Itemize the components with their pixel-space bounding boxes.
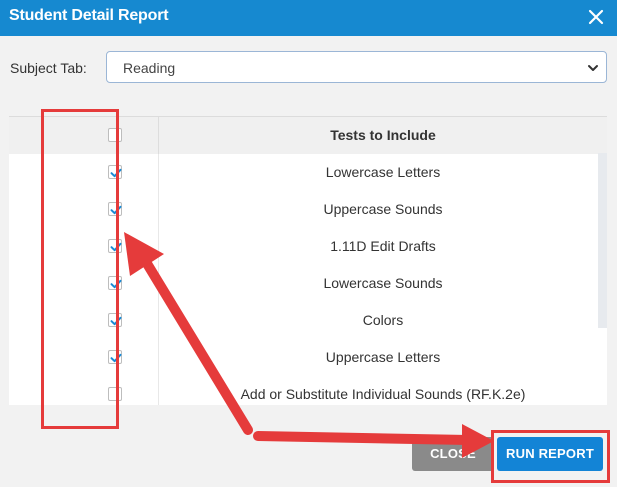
test-name: Colors (362, 312, 404, 328)
check-icon (110, 205, 122, 215)
table-row: Uppercase Sounds (9, 191, 599, 229)
table-header: Tests to Include (9, 117, 607, 155)
run-report-button[interactable]: RUN REPORT (497, 437, 603, 471)
table-row: Add or Substitute Individual Sounds (RF.… (9, 376, 599, 405)
dialog-title: Student Detail Report (9, 7, 169, 24)
subject-tab-select[interactable]: Reading (106, 51, 607, 83)
close-icon[interactable] (585, 6, 607, 28)
test-checkbox[interactable] (108, 313, 122, 327)
test-name: Uppercase Sounds (323, 201, 443, 217)
select-all-checkbox[interactable] (108, 128, 122, 142)
subject-tab-label: Subject Tab: (10, 60, 87, 76)
table-row: 1.11D Edit Drafts (9, 228, 599, 266)
check-icon (110, 242, 122, 252)
table-row: Lowercase Sounds (9, 265, 599, 303)
test-name: Add or Substitute Individual Sounds (RF.… (240, 386, 526, 402)
test-name: Lowercase Letters (325, 164, 441, 180)
close-button[interactable]: CLOSE (412, 437, 494, 471)
test-name: Uppercase Letters (325, 349, 441, 365)
table-row: Uppercase Letters (9, 339, 599, 377)
test-name: Lowercase Sounds (323, 275, 443, 291)
test-checkbox[interactable] (108, 165, 122, 179)
table-scrollbar[interactable] (598, 153, 607, 328)
table-row: Colors (9, 302, 599, 340)
check-icon (110, 279, 122, 289)
dialog-titlebar: Student Detail Report (0, 0, 617, 36)
test-checkbox[interactable] (108, 387, 122, 401)
tests-table: Tests to Include Lowercase Letters Upperc… (9, 116, 607, 405)
test-checkbox[interactable] (108, 350, 122, 364)
chevron-down-icon (588, 65, 598, 71)
subject-tab-value: Reading (123, 60, 176, 76)
check-icon (110, 316, 122, 326)
test-checkbox[interactable] (108, 239, 122, 253)
test-name: 1.11D Edit Drafts (330, 238, 436, 254)
check-icon (110, 168, 122, 178)
table-row: Lowercase Letters (9, 154, 599, 192)
test-checkbox[interactable] (108, 276, 122, 290)
test-checkbox[interactable] (108, 202, 122, 216)
column-header-tests: Tests to Include (330, 127, 436, 143)
check-icon (110, 353, 122, 363)
